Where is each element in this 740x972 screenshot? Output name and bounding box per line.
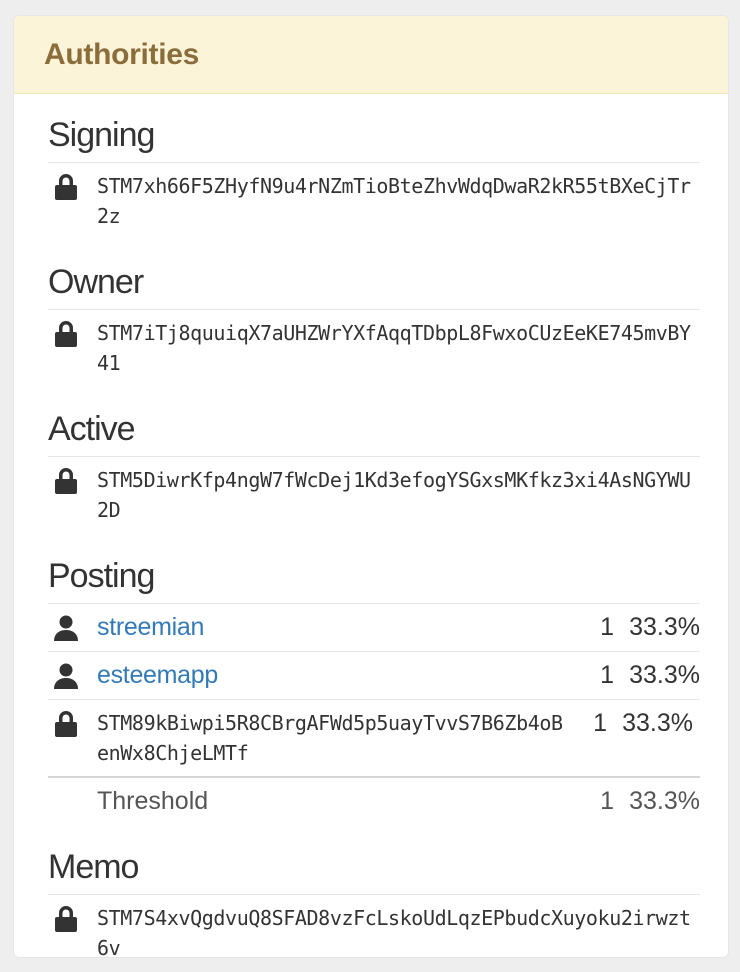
signing-public-key: STM7xh66F5ZHyfN9u4rNZmTioBteZhvWdqDwaR2k…: [97, 174, 691, 228]
posting-title: Posting: [48, 557, 155, 595]
authorities-panel: Authorities Signing STM7xh66F5ZHyfN9u4rN…: [13, 15, 729, 958]
memo-title: Memo: [48, 848, 139, 886]
memo-public-key: STM7S4xvQgdvuQ8SFAD8vzFcLskoUdLqzEPbudcX…: [97, 906, 691, 958]
active-key-row: STM5DiwrKfp4ngW7fWcDej1Kd3efogYSGxsMKfkz…: [48, 456, 700, 533]
posting-weight: 1: [600, 613, 614, 641]
posting-public-key: STM89kBiwpi5R8CBrgAFWd5p5uayTvvS7B6Zb4oB…: [97, 711, 563, 765]
signing-key-row: STM7xh66F5ZHyfN9u4rNZmTioBteZhvWdqDwaR2k…: [48, 162, 700, 239]
owner-public-key: STM7iTj8quuiqX7aUHZWrYXfAqqTDbpL8FwxoCUz…: [97, 321, 691, 375]
posting-weight: 1: [600, 661, 614, 689]
lock-icon: [48, 465, 97, 525]
panel-header: Authorities: [14, 16, 728, 94]
posting-account-row: esteemapp 1 33.3%: [48, 651, 700, 699]
threshold-label: Threshold: [97, 787, 209, 815]
user-icon: [48, 612, 97, 643]
posting-threshold-row: Threshold 1 33.3%: [48, 776, 700, 824]
signing-title: Signing: [48, 116, 155, 154]
panel-title: Authorities: [44, 37, 200, 71]
owner-key-row: STM7iTj8quuiqX7aUHZWrYXfAqqTDbpL8FwxoCUz…: [48, 309, 700, 386]
lock-icon: [48, 171, 97, 231]
posting-percent: 33.3%: [622, 709, 693, 737]
memo-key-row: STM7S4xvQgdvuQ8SFAD8vzFcLskoUdLqzEPbudcX…: [48, 894, 700, 958]
threshold-percent: 33.3%: [629, 787, 700, 815]
posting-key-row: STM89kBiwpi5R8CBrgAFWd5p5uayTvvS7B6Zb4oB…: [48, 699, 700, 776]
posting-percent: 33.3%: [629, 661, 700, 689]
user-icon: [48, 660, 97, 691]
active-title: Active: [48, 410, 136, 448]
threshold-weight: 1: [600, 787, 614, 815]
active-public-key: STM5DiwrKfp4ngW7fWcDej1Kd3efogYSGxsMKfkz…: [97, 468, 691, 522]
lock-icon: [48, 903, 97, 957]
posting-weight: 1: [593, 709, 607, 737]
lock-icon: [48, 318, 97, 378]
posting-account-row: streemian 1 33.3%: [48, 603, 700, 651]
posting-account-link[interactable]: streemian: [97, 612, 574, 643]
posting-percent: 33.3%: [629, 613, 700, 641]
owner-title: Owner: [48, 263, 144, 301]
posting-account-link[interactable]: esteemapp: [97, 660, 574, 691]
lock-icon: [48, 708, 97, 768]
panel-body: Signing STM7xh66F5ZHyfN9u4rNZmTioBteZhvW…: [14, 94, 728, 958]
